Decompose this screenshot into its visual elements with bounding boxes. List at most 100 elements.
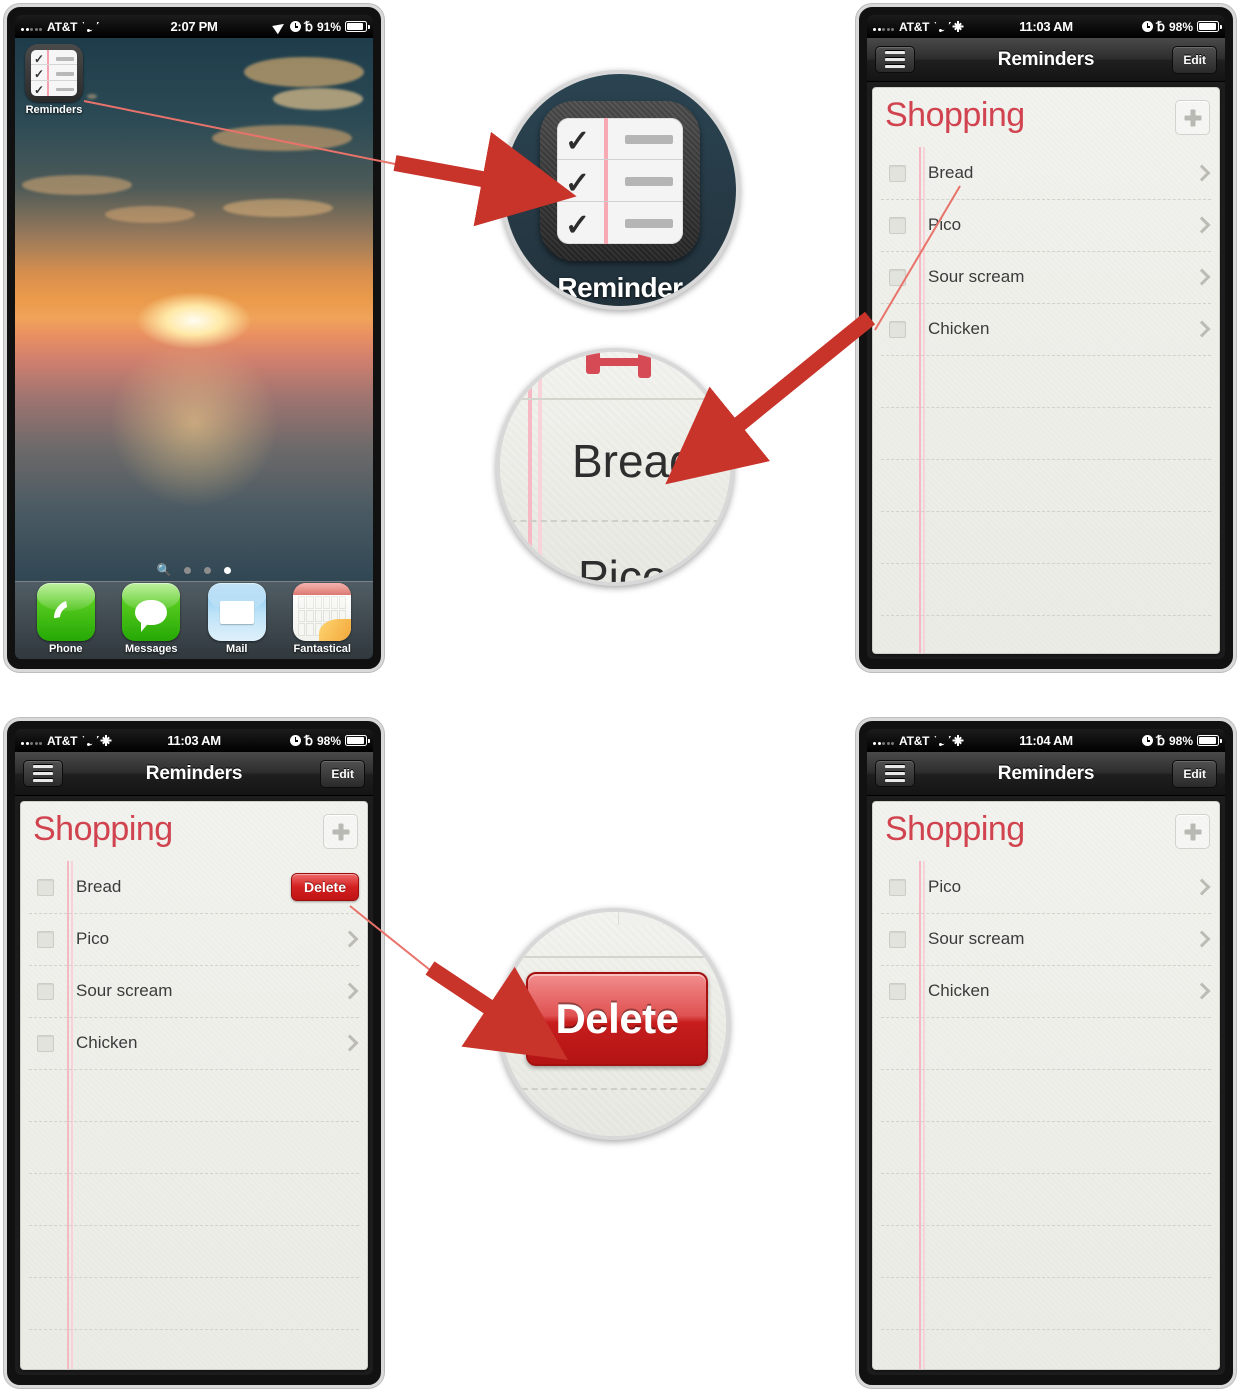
- reminders-after-delete-display: AT&T 11:04 AM ␢ 98% Reminders Edit Shopp…: [867, 729, 1225, 1375]
- battery-icon: [345, 735, 370, 746]
- search-icon[interactable]: 🔍: [157, 563, 172, 577]
- magnified-icon-label: Reminder: [557, 272, 683, 303]
- add-reminder-button[interactable]: [1175, 100, 1210, 135]
- reminder-row-sour-scream[interactable]: Sour scream: [873, 913, 1219, 965]
- checkbox[interactable]: [37, 1034, 54, 1052]
- chevron-right-icon[interactable]: [344, 1035, 353, 1051]
- carrier-label: AT&T: [47, 19, 78, 34]
- checkbox[interactable]: [889, 982, 906, 1000]
- clock-icon: [289, 735, 301, 746]
- magnified-reminders-icon: ✓ ✓ ✓: [540, 100, 700, 261]
- magnified-icon-paper: ✓ ✓ ✓: [557, 117, 683, 244]
- dock-app-fantastical[interactable]: Fantastical: [291, 583, 353, 655]
- reminder-row-bread[interactable]: Bread Delete: [21, 861, 367, 913]
- reminder-row-pico[interactable]: Pico: [873, 861, 1219, 913]
- chevron-right-icon[interactable]: [1196, 217, 1205, 233]
- chevron-right-icon[interactable]: [1196, 321, 1205, 337]
- clock-icon: [1141, 735, 1153, 746]
- sync-icon: [952, 21, 963, 32]
- hamburger-menu-icon[interactable]: [875, 46, 915, 73]
- dock-app-phone[interactable]: Phone: [35, 583, 97, 655]
- status-left-group: AT&T: [21, 20, 95, 34]
- list-title: Shopping: [885, 96, 1025, 134]
- magnified-delete-button[interactable]: Delete: [526, 972, 708, 1066]
- hamburger-menu-icon[interactable]: [23, 760, 63, 787]
- reminders-app-screen: Reminders Edit Shopping Bread: [15, 752, 373, 1375]
- checkbox[interactable]: [37, 878, 54, 896]
- carrier-label: AT&T: [899, 733, 930, 748]
- reminder-row-pico[interactable]: Pico: [21, 913, 367, 965]
- checkbox[interactable]: [889, 320, 906, 338]
- delete-button[interactable]: Delete: [290, 873, 359, 901]
- chevron-right-icon[interactable]: [1196, 165, 1205, 181]
- reminder-rows: Bread Pico Sour scream Chicken: [873, 147, 1219, 653]
- reminders-swiped-display: AT&T 11:03 AM ␢ 98% Reminders Edit Shopp…: [15, 729, 373, 1375]
- location-arrow-icon: [274, 21, 286, 33]
- reminders-app-screen: Reminders Edit Shopping Pico Sour scream…: [867, 752, 1225, 1375]
- home-screen-wallpaper-area: ✓ ✓ ✓ Reminders 🔍 Phone Messages Mail Fa…: [15, 38, 373, 659]
- home-dock: Phone Messages Mail Fantastical: [15, 581, 373, 659]
- checkbox[interactable]: [37, 982, 54, 1000]
- status-left-group: AT&T: [21, 734, 111, 748]
- reminder-row-sour-scream[interactable]: Sour scream: [873, 251, 1219, 303]
- reminder-row-chicken[interactable]: Chicken: [873, 303, 1219, 355]
- chevron-right-icon[interactable]: [344, 931, 353, 947]
- phone-handset-icon: [36, 583, 95, 641]
- page-dot[interactable]: [204, 566, 212, 574]
- dock-app-messages[interactable]: Messages: [120, 583, 182, 655]
- carrier-label: AT&T: [47, 733, 78, 748]
- page-dot[interactable]: [184, 566, 192, 574]
- navigation-bar: Reminders Edit: [867, 38, 1225, 82]
- battery-percent-label: 91%: [316, 19, 341, 34]
- magnified-margin-line: [528, 352, 532, 582]
- edit-button[interactable]: Edit: [320, 759, 365, 788]
- add-reminder-button[interactable]: [323, 814, 358, 849]
- status-bar-list: AT&T 11:03 AM ␢ 98%: [867, 15, 1225, 38]
- chevron-right-icon[interactable]: [1196, 983, 1205, 999]
- chevron-right-icon[interactable]: [1196, 269, 1205, 285]
- reminders-paper-sheet: Shopping Bread Delete Pico Sour scream C…: [20, 801, 368, 1370]
- dock-app-mail[interactable]: Mail: [206, 583, 268, 655]
- dock-label: Phone: [48, 643, 83, 655]
- reminder-rows: Bread Delete Pico Sour scream Chicken: [21, 861, 367, 1369]
- calendar-icon: [293, 583, 352, 641]
- reminder-row-chicken[interactable]: Chicken: [21, 1017, 367, 1069]
- checkbox[interactable]: [889, 164, 906, 182]
- speech-bubble-icon: [122, 583, 181, 641]
- checkbox[interactable]: [37, 930, 54, 948]
- reminder-label: Pico: [928, 877, 962, 896]
- reminder-label: Pico: [928, 215, 962, 234]
- page-title: Reminders: [997, 48, 1095, 70]
- reminder-row-pico[interactable]: Pico: [873, 199, 1219, 251]
- checkbox[interactable]: [889, 268, 906, 286]
- page-dot-active[interactable]: [224, 566, 232, 574]
- signal-dots-icon: [873, 736, 894, 745]
- chevron-right-icon[interactable]: [1196, 879, 1205, 895]
- reminder-row-sour-scream[interactable]: Sour scream: [21, 965, 367, 1017]
- add-reminder-button[interactable]: [1175, 814, 1210, 849]
- plus-icon: [332, 823, 349, 840]
- reminder-row-chicken[interactable]: Chicken: [873, 965, 1219, 1017]
- hamburger-menu-icon[interactable]: [875, 760, 915, 787]
- reminders-app-icon[interactable]: ✓ ✓ ✓ Reminders: [25, 44, 83, 116]
- bluetooth-icon: ␢: [304, 733, 313, 748]
- bluetooth-icon: ␢: [304, 19, 313, 34]
- checkbox[interactable]: [889, 878, 906, 896]
- checkbox[interactable]: [889, 216, 906, 234]
- edit-button[interactable]: Edit: [1172, 45, 1217, 74]
- signal-dots-icon: [873, 22, 894, 31]
- clock-icon: [1141, 21, 1153, 32]
- wifi-icon: [934, 736, 947, 746]
- page-title: Reminders: [997, 762, 1095, 784]
- edit-button[interactable]: Edit: [1172, 759, 1217, 788]
- checkbox[interactable]: [889, 930, 906, 948]
- clock-icon: [289, 21, 301, 32]
- reminder-row-bread[interactable]: Bread: [873, 147, 1219, 199]
- reminder-label: Bread: [76, 877, 122, 896]
- chevron-right-icon[interactable]: [344, 983, 353, 999]
- phone-reminders-after-delete: AT&T 11:04 AM ␢ 98% Reminders Edit Shopp…: [856, 718, 1236, 1388]
- magnified-row-divider-top: [500, 398, 730, 400]
- screenshot-canvas: AT&T 2:07 PM ␢ 91% ✓ ✓ ✓ Reminders 🔍 Pho…: [0, 0, 1240, 1392]
- chevron-right-icon[interactable]: [1196, 931, 1205, 947]
- dock-label: Fantastical: [293, 643, 351, 655]
